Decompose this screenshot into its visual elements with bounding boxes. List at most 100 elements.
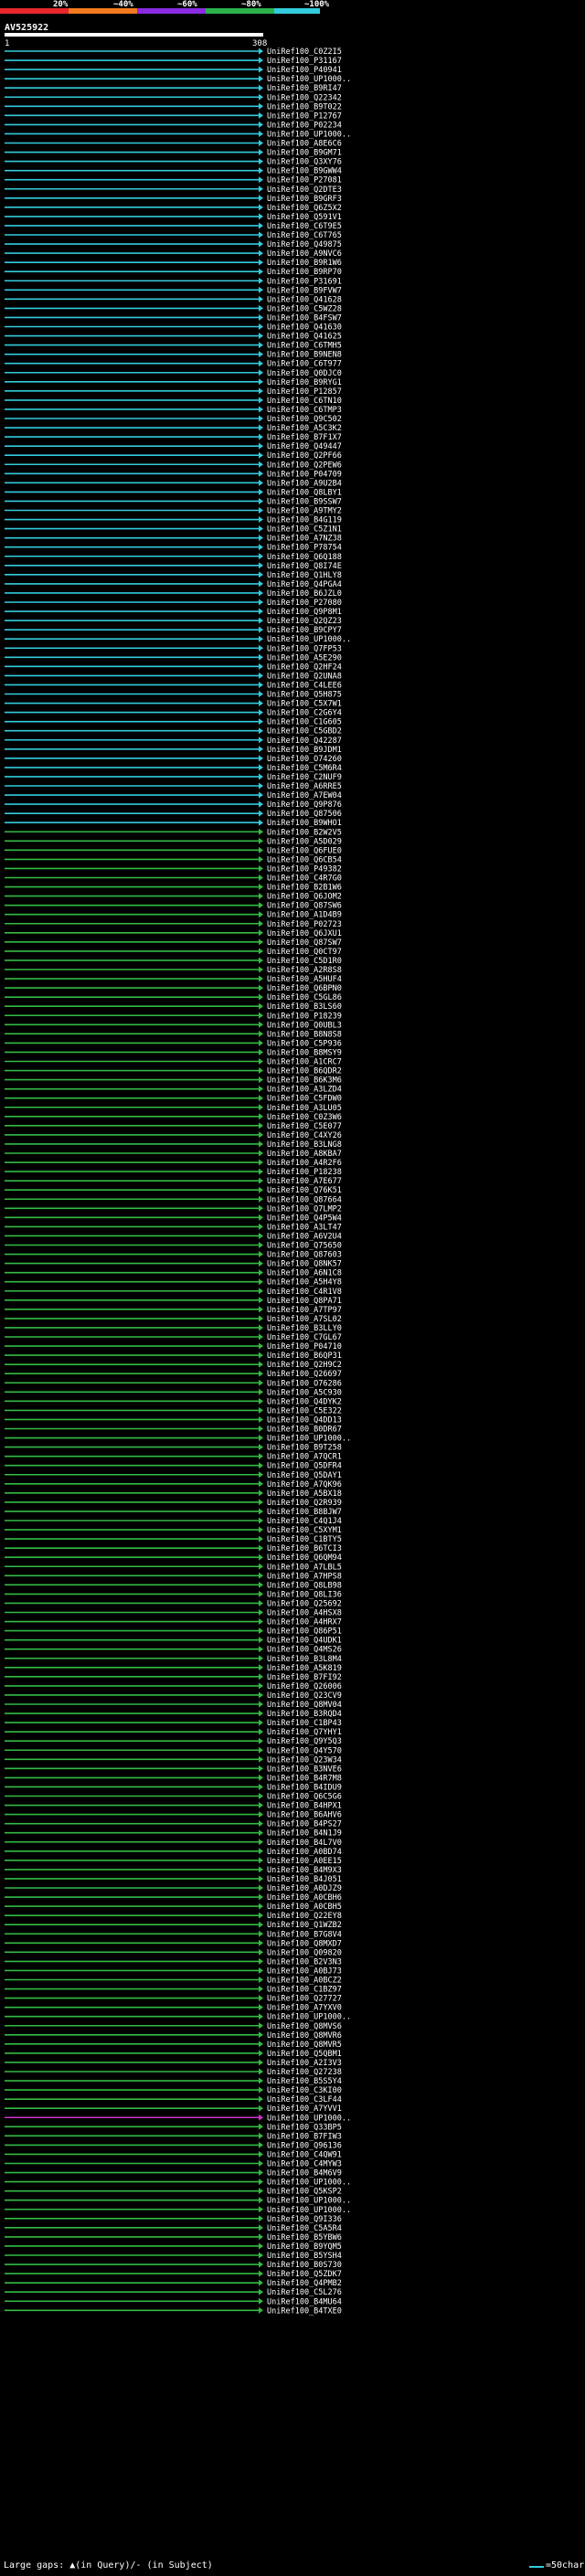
hit-arrow [259,259,263,266]
hit-arrow [259,2004,263,2011]
hit-label: UniRef100_A8KBA7 [267,1150,342,1159]
hit-arrow [259,993,263,1001]
hit-label: UniRef100_A7QCR1 [267,1453,342,1462]
hit-label: UniRef100_Q22342 [267,93,342,102]
hit-arrow [259,1655,263,1662]
hit-label: UniRef100_B4J051 [267,1875,342,1884]
hit-arrow [259,1609,263,1616]
hit-arrow [259,497,263,504]
hit-arrow [259,1783,263,1790]
hit-label: UniRef100_A4HSX8 [267,1609,342,1618]
hit-arrow [259,1691,263,1699]
hit-arrow [259,1435,263,1442]
hit-arrow [259,1673,263,1680]
hit-label: UniRef100_B7FI92 [267,1673,342,1682]
hit-arrow [259,2022,263,2030]
hit-label: UniRef100_Q87664 [267,1195,342,1204]
hit-arrow [259,1150,263,1157]
hit-arrow [259,304,263,312]
hit-arrow [259,442,263,450]
hit-label: UniRef100_C6T9E5 [267,222,342,231]
hit-label: UniRef100_C5D1R0 [267,957,342,966]
hit-label: UniRef100_B9GM71 [267,149,342,158]
hit-arrow [259,1388,263,1395]
hit-label: UniRef100_Q6BPN0 [267,984,342,993]
hit-label: UniRef100_A6N1C8 [267,1269,342,1278]
hit-arrow [259,1811,263,1818]
hit-label: UniRef100_Q2UNA8 [267,672,342,681]
hit-arrow [259,351,263,358]
hit-arrow [259,1563,263,1570]
hit-label: UniRef100_Q4Y570 [267,1746,342,1755]
hit-arrow [259,2114,263,2121]
hit-arrow [259,800,263,808]
hit-arrow [259,2123,263,2130]
hit-label: UniRef100_A5HUF4 [267,975,342,984]
hit-arrow [259,1214,263,1221]
hit-arrow [259,470,263,477]
hit-arrow [259,277,263,284]
hit-arrow [259,1242,263,1248]
hit-label: UniRef100_B7G8V4 [267,1930,342,1939]
hit-arrow [259,1002,263,1010]
hit-arrow [259,1746,263,1754]
scale-segment-cyan [274,8,320,14]
hit-label: UniRef100_Q9Y5Q3 [267,1737,342,1746]
hit-label: UniRef100_Q1WZB2 [267,1921,342,1930]
hit-label: UniRef100_Q6QM94 [267,1553,342,1563]
hit-arrow [259,1232,263,1239]
hit-arrow [259,975,263,982]
hit-label: UniRef100_P12767 [267,111,342,121]
hit-arrow [259,1921,263,1928]
scale-segment-orange [69,8,137,14]
hit-label: UniRef100_Q8MVS6 [267,2022,342,2031]
hit-label: UniRef100_A0CBH6 [267,1893,342,1903]
hit-arrow [259,1012,263,1019]
hit-label: UniRef100_C5L276 [267,2288,342,2297]
hit-label: UniRef100_UP1000.. [267,2013,351,2022]
hit-arrow [259,268,263,275]
hit-label: UniRef100_A9TMY2 [267,507,342,516]
hit-arrow [259,2233,263,2241]
hit-arrow [259,571,263,578]
hit-arrow [259,2160,263,2167]
hit-arrow [259,948,263,955]
hit-label: UniRef100_Q8LB98 [267,1581,342,1590]
hit-label: UniRef100_Q41628 [267,295,342,304]
hit-arrow [259,1544,263,1552]
hit-arrow [259,167,263,175]
hit-label: UniRef100_UP1000.. [267,1435,351,1444]
hit-arrow [259,1977,263,1983]
hit-label: UniRef100_B3LNG8 [267,1140,342,1150]
hit-arrow [259,2086,263,2094]
hit-arrow [259,333,263,340]
hit-arrow [259,1415,263,1423]
hit-arrow [259,773,263,780]
hit-label: UniRef100_B7F1X7 [267,433,342,442]
hit-arrow [259,195,263,202]
hit-arrow [259,57,263,64]
hit-label: UniRef100_Q49447 [267,442,342,451]
hit-arrow [259,1480,263,1488]
hit-arrow [259,2224,263,2231]
hit-arrow [259,1251,263,1258]
hit-label: UniRef100_A3LZD4 [267,1086,342,1095]
hit-arrow [259,1948,263,1956]
hit-label: UniRef100_A4HRX7 [267,1618,342,1627]
hit-arrow [259,938,263,946]
hit-label: UniRef100_Q0UBL3 [267,1021,342,1030]
hit-arrow [259,479,263,486]
hit-label: UniRef100_A3LT47 [267,1223,342,1232]
hit-label: UniRef100_Q96136 [267,2141,342,2150]
hit-label: UniRef100_Q6CB54 [267,855,342,864]
hit-arrow [259,737,263,744]
hit-label: UniRef100_A4R2F6 [267,1159,342,1168]
hit-arrow [259,1553,263,1561]
hit-arrow [259,2068,263,2075]
hit-arrow [259,433,263,440]
hit-label: UniRef100_UP1000.. [267,2178,351,2188]
hit-label: UniRef100_B9FVW7 [267,286,342,295]
hit-arrow [259,599,263,606]
hit-arrow [259,1774,263,1781]
hit-arrow [259,286,263,293]
